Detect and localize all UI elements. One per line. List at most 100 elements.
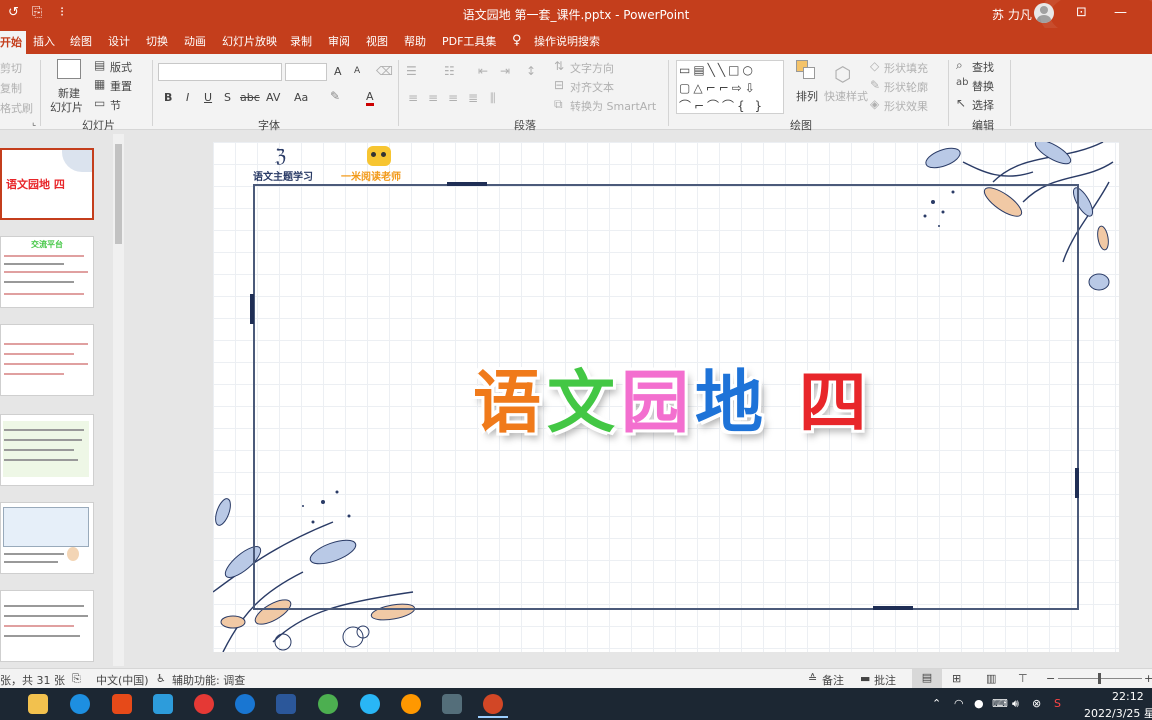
increase-indent-icon[interactable]: ⇥ bbox=[500, 64, 510, 78]
accessibility-status[interactable]: 辅助功能: 调查 bbox=[172, 672, 245, 688]
slide-canvas[interactable]: ℨ 语文主题学习 一米阅读老师 语文园地 四 bbox=[213, 142, 1119, 652]
tab-record[interactable]: 录制 bbox=[290, 33, 312, 49]
find-button[interactable]: 查找 bbox=[972, 59, 994, 75]
underline-button[interactable]: U bbox=[204, 91, 212, 104]
quick-styles-button[interactable]: 快速样式 bbox=[824, 88, 868, 104]
section-button[interactable]: 节 bbox=[110, 97, 121, 113]
notes-button[interactable]: 备注 bbox=[822, 672, 844, 688]
tab-help[interactable]: 帮助 bbox=[404, 33, 426, 49]
shape-outline-button[interactable]: 形状轮廓 bbox=[884, 79, 928, 95]
normal-view-button[interactable]: ▤ bbox=[912, 669, 942, 688]
spell-check-icon[interactable]: ⎘ bbox=[72, 672, 81, 686]
tab-home[interactable]: 开始 bbox=[0, 31, 26, 56]
tab-transitions[interactable]: 切换 bbox=[146, 33, 168, 49]
dialog-launcher-icon[interactable]: ⌞ bbox=[32, 118, 36, 128]
app-icon[interactable] bbox=[401, 694, 421, 714]
reset-button[interactable]: 重置 bbox=[110, 78, 132, 94]
copy-button[interactable]: 复制 bbox=[0, 80, 22, 96]
bold-button[interactable]: B bbox=[164, 91, 172, 104]
font-name-select[interactable] bbox=[158, 63, 282, 81]
netease-music-icon[interactable] bbox=[194, 694, 214, 714]
new-slide-button-label[interactable]: 幻灯片 bbox=[50, 99, 83, 115]
shape-fill-button[interactable]: 形状填充 bbox=[884, 60, 928, 76]
tab-animations[interactable]: 动画 bbox=[184, 33, 206, 49]
shrink-font-button[interactable]: A bbox=[354, 66, 360, 76]
edge-icon[interactable] bbox=[70, 694, 90, 714]
align-text-button[interactable]: 对齐文本 bbox=[570, 79, 614, 95]
mic-icon[interactable]: ● bbox=[974, 697, 984, 710]
zoom-out-button[interactable]: − bbox=[1046, 672, 1055, 685]
language-status[interactable]: 中文(中国) bbox=[96, 672, 149, 688]
bullets-icon[interactable]: ☰ bbox=[406, 64, 417, 78]
wifi-icon[interactable]: ◠ bbox=[954, 697, 964, 710]
decrease-indent-icon[interactable]: ⇤ bbox=[478, 64, 488, 78]
tab-insert[interactable]: 插入 bbox=[33, 33, 55, 49]
change-case-button[interactable]: Aa bbox=[294, 91, 308, 104]
pdf-app-icon[interactable] bbox=[235, 694, 255, 714]
slide-thumbnail-2[interactable]: 交流平台 bbox=[0, 236, 94, 308]
line-spacing-icon[interactable]: ↕ bbox=[526, 64, 536, 78]
cut-button[interactable]: 剪切 bbox=[0, 60, 22, 76]
comments-button[interactable]: 批注 bbox=[874, 672, 896, 688]
highlight-icon[interactable]: ✎ bbox=[330, 89, 340, 103]
select-button[interactable]: 选择 bbox=[972, 97, 994, 113]
thumbnails-scrollbar[interactable] bbox=[113, 134, 124, 666]
tab-slideshow[interactable]: 幻灯片放映 bbox=[222, 33, 277, 49]
tell-me-search[interactable]: 操作说明搜索 bbox=[534, 33, 600, 49]
file-explorer-icon[interactable] bbox=[28, 694, 48, 714]
slide-thumbnail-3[interactable] bbox=[0, 324, 94, 396]
clear-format-icon[interactable]: ⌫ bbox=[376, 64, 393, 78]
slideshow-button[interactable]: ⊤ bbox=[1018, 672, 1028, 685]
sogou-icon[interactable]: S bbox=[1054, 697, 1061, 710]
shadow-button[interactable]: S bbox=[224, 91, 231, 104]
align-center-icon[interactable]: ≡ bbox=[428, 91, 438, 105]
new-slide-icon[interactable] bbox=[57, 59, 81, 79]
close-circle-icon[interactable]: ⊗ bbox=[1032, 697, 1041, 710]
bilibili-icon[interactable] bbox=[153, 694, 173, 714]
office-icon[interactable] bbox=[112, 694, 132, 714]
slide-thumbnail-6[interactable] bbox=[0, 590, 94, 662]
clock-date[interactable]: 2022/3/25 星期 bbox=[1084, 705, 1152, 720]
slide-sorter-button[interactable]: ⊞ bbox=[952, 672, 961, 685]
align-left-icon[interactable]: ≡ bbox=[408, 91, 418, 105]
italic-button[interactable]: I bbox=[186, 91, 189, 104]
input-method-icon[interactable]: ⌨ bbox=[992, 697, 1008, 710]
shape-effects-button[interactable]: 形状效果 bbox=[884, 98, 928, 114]
tab-review[interactable]: 审阅 bbox=[328, 33, 350, 49]
user-name[interactable]: 苏 力凡 bbox=[992, 6, 1032, 23]
tray-chevron-icon[interactable]: ⌃ bbox=[932, 697, 941, 710]
powerpoint-icon[interactable] bbox=[483, 694, 503, 714]
shapes-gallery[interactable]: ▭▤╲╲□○ ▢△⌐⌐⇨⇩ ⌒⌐⌒⌒{ } bbox=[676, 60, 784, 114]
columns-icon[interactable]: ⫼ bbox=[490, 91, 496, 106]
smartart-button[interactable]: 转换为 SmartArt bbox=[570, 98, 656, 114]
reading-view-button[interactable]: ▥ bbox=[986, 672, 996, 685]
grow-font-button[interactable]: A bbox=[334, 65, 342, 78]
font-size-select[interactable] bbox=[285, 63, 327, 81]
word-icon[interactable] bbox=[276, 694, 296, 714]
align-right-icon[interactable]: ≡ bbox=[448, 91, 458, 105]
search-app-icon[interactable] bbox=[360, 694, 380, 714]
clock-time[interactable]: 22:12 bbox=[1112, 690, 1144, 703]
justify-icon[interactable]: ≣ bbox=[468, 91, 478, 105]
slide-thumbnail-1[interactable]: 语文园地 四 bbox=[0, 148, 94, 220]
format-painter-button[interactable]: 格式刷 bbox=[0, 100, 33, 116]
zoom-in-button[interactable]: + bbox=[1144, 672, 1152, 685]
tab-view[interactable]: 视图 bbox=[366, 33, 388, 49]
text-direction-button[interactable]: 文字方向 bbox=[570, 60, 614, 76]
tab-draw[interactable]: 绘图 bbox=[70, 33, 92, 49]
char-spacing-button[interactable]: AV bbox=[266, 91, 280, 104]
recorder-icon[interactable] bbox=[442, 694, 462, 714]
strikethrough-button[interactable]: abc bbox=[240, 91, 260, 104]
slide-thumbnail-4[interactable] bbox=[0, 414, 94, 486]
replace-button[interactable]: 替换 bbox=[972, 78, 994, 94]
wechat-icon[interactable] bbox=[318, 694, 338, 714]
zoom-slider-thumb[interactable] bbox=[1098, 673, 1101, 684]
slide-title[interactable]: 语文园地 四 bbox=[473, 347, 873, 446]
font-color-button[interactable]: A bbox=[366, 90, 374, 106]
numbering-icon[interactable]: ☷ bbox=[444, 64, 455, 78]
tab-pdf-tools[interactable]: PDF工具集 bbox=[442, 33, 496, 49]
volume-icon[interactable]: 🔊︎ bbox=[1012, 697, 1019, 711]
slide-thumbnail-5[interactable] bbox=[0, 502, 94, 574]
arrange-button[interactable]: 排列 bbox=[796, 88, 818, 104]
tab-design[interactable]: 设计 bbox=[108, 33, 130, 49]
